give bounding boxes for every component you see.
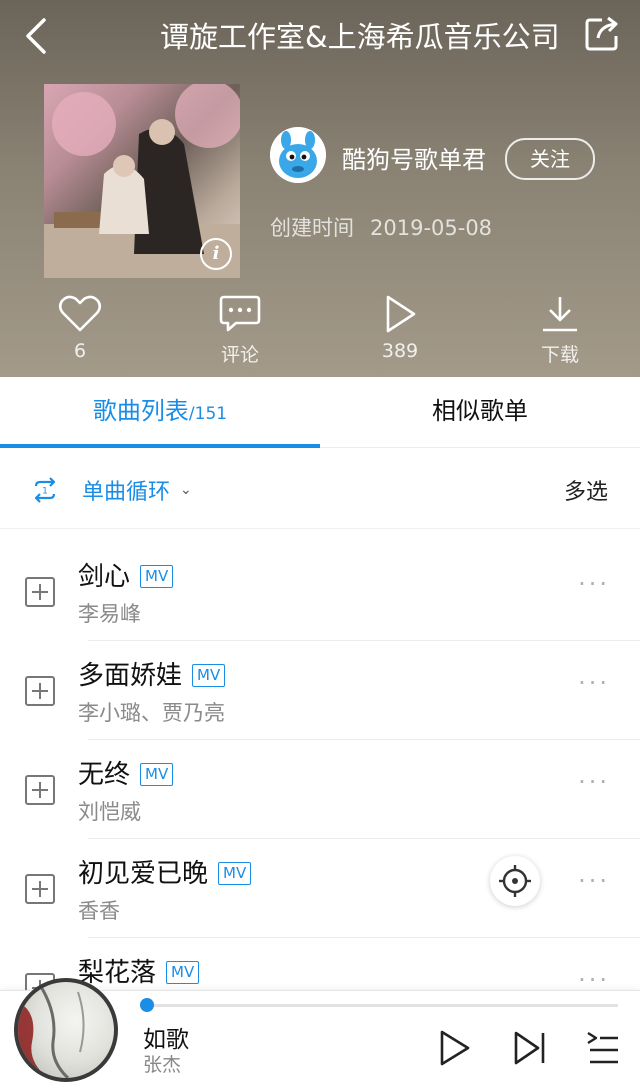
comment-button[interactable]: 评论 [200,294,280,367]
add-song-icon[interactable] [25,775,55,805]
chevron-down-icon: ⌄ [180,482,192,498]
mv-badge[interactable]: MV [218,862,252,885]
download-icon [543,297,577,332]
locate-current-song-button[interactable] [490,856,540,906]
more-options-icon[interactable]: ··· [578,570,610,598]
tab-song-list[interactable]: 歌曲列表/151 [0,377,320,447]
song-artist: 李小璐、贾乃亮 [78,701,225,725]
play-icon [386,295,416,333]
song-artist: 香香 [78,899,120,923]
song-artist: 刘恺威 [78,800,141,824]
tab-similar-playlists[interactable]: 相似歌单 [320,377,640,447]
playlist-header: 谭旋工作室&上海希瓜音乐公司 i 酷狗号歌单君 关注 创建时间 2019-05-… [0,0,640,377]
song-title: 初见爱已晚 [78,859,209,889]
play-all-button[interactable]: 389 [360,294,440,362]
add-song-icon[interactable] [25,676,55,706]
created-time: 创建时间 2019-05-08 [270,212,492,242]
song-row[interactable]: 无终 MV 刘恺威 ··· [0,740,640,839]
now-playing-title[interactable]: 如歌 [143,1020,189,1054]
download-button[interactable]: 下载 [520,294,600,367]
playlist-cover-image[interactable]: i [44,84,240,278]
next-track-button[interactable] [510,1028,550,1068]
loop-mode-label: 单曲循环 [82,480,171,505]
comment-icon [219,295,261,332]
list-controls: 1 单曲循环 ⌄ 多选 [0,448,640,529]
crosshair-icon [499,865,531,897]
heart-icon [58,295,102,332]
song-row[interactable]: 初见爱已晚 MV 香香 ··· [0,839,640,938]
mv-badge[interactable]: MV [140,763,174,786]
created-date: 2019-05-08 [370,216,493,240]
song-title: 多面娇娃 [78,661,183,691]
more-options-icon[interactable]: ··· [578,669,610,697]
more-options-icon[interactable]: ··· [578,768,610,796]
svg-text:1: 1 [42,487,48,497]
creator-name[interactable]: 酷狗号歌单君 [342,140,486,175]
tab-song-list-label: 歌曲列表 [92,397,189,425]
favorite-button[interactable]: 6 [40,294,120,362]
loop-mode-selector[interactable]: 1 单曲循环 ⌄ [30,474,192,506]
follow-button[interactable]: 关注 [505,138,595,180]
created-label: 创建时间 [270,216,354,240]
progress-knob[interactable] [140,998,154,1012]
add-song-icon[interactable] [25,874,55,904]
add-song-icon[interactable] [25,577,55,607]
now-playing-artist: 张杰 [143,1054,182,1076]
tab-bar: 歌曲列表/151 相似歌单 [0,377,640,448]
multi-select-button[interactable]: 多选 [564,474,608,506]
back-arrow-icon[interactable] [18,16,58,56]
mv-badge[interactable]: MV [192,664,226,687]
creator-avatar[interactable] [270,127,326,183]
playback-progress-bar[interactable] [148,1004,618,1007]
mv-badge[interactable]: MV [140,565,174,588]
song-title: 剑心 [78,562,131,592]
info-icon[interactable]: i [200,238,232,270]
album-art-image [18,982,85,1078]
share-icon[interactable] [582,14,622,54]
song-artist: 李易峰 [78,602,141,626]
download-label: 下载 [540,344,579,366]
comment-label: 评论 [220,344,259,366]
more-options-icon[interactable]: ··· [578,867,610,895]
playlist-title: 谭旋工作室&上海希瓜音乐公司 [160,20,560,54]
now-playing-album-art[interactable] [14,978,118,1082]
play-button[interactable] [434,1028,474,1068]
song-count: /151 [188,404,228,424]
playlist-queue-icon[interactable] [584,1028,624,1068]
play-count: 389 [381,340,419,362]
song-row[interactable]: 多面娇娃 MV 李小璐、贾乃亮 ··· [0,641,640,740]
repeat-one-icon: 1 [34,477,56,503]
song-row[interactable]: 剑心 MV 李易峰 ··· [0,542,640,641]
mv-badge[interactable]: MV [166,961,200,984]
song-title: 无终 [78,760,131,790]
favorite-count: 6 [73,340,87,362]
